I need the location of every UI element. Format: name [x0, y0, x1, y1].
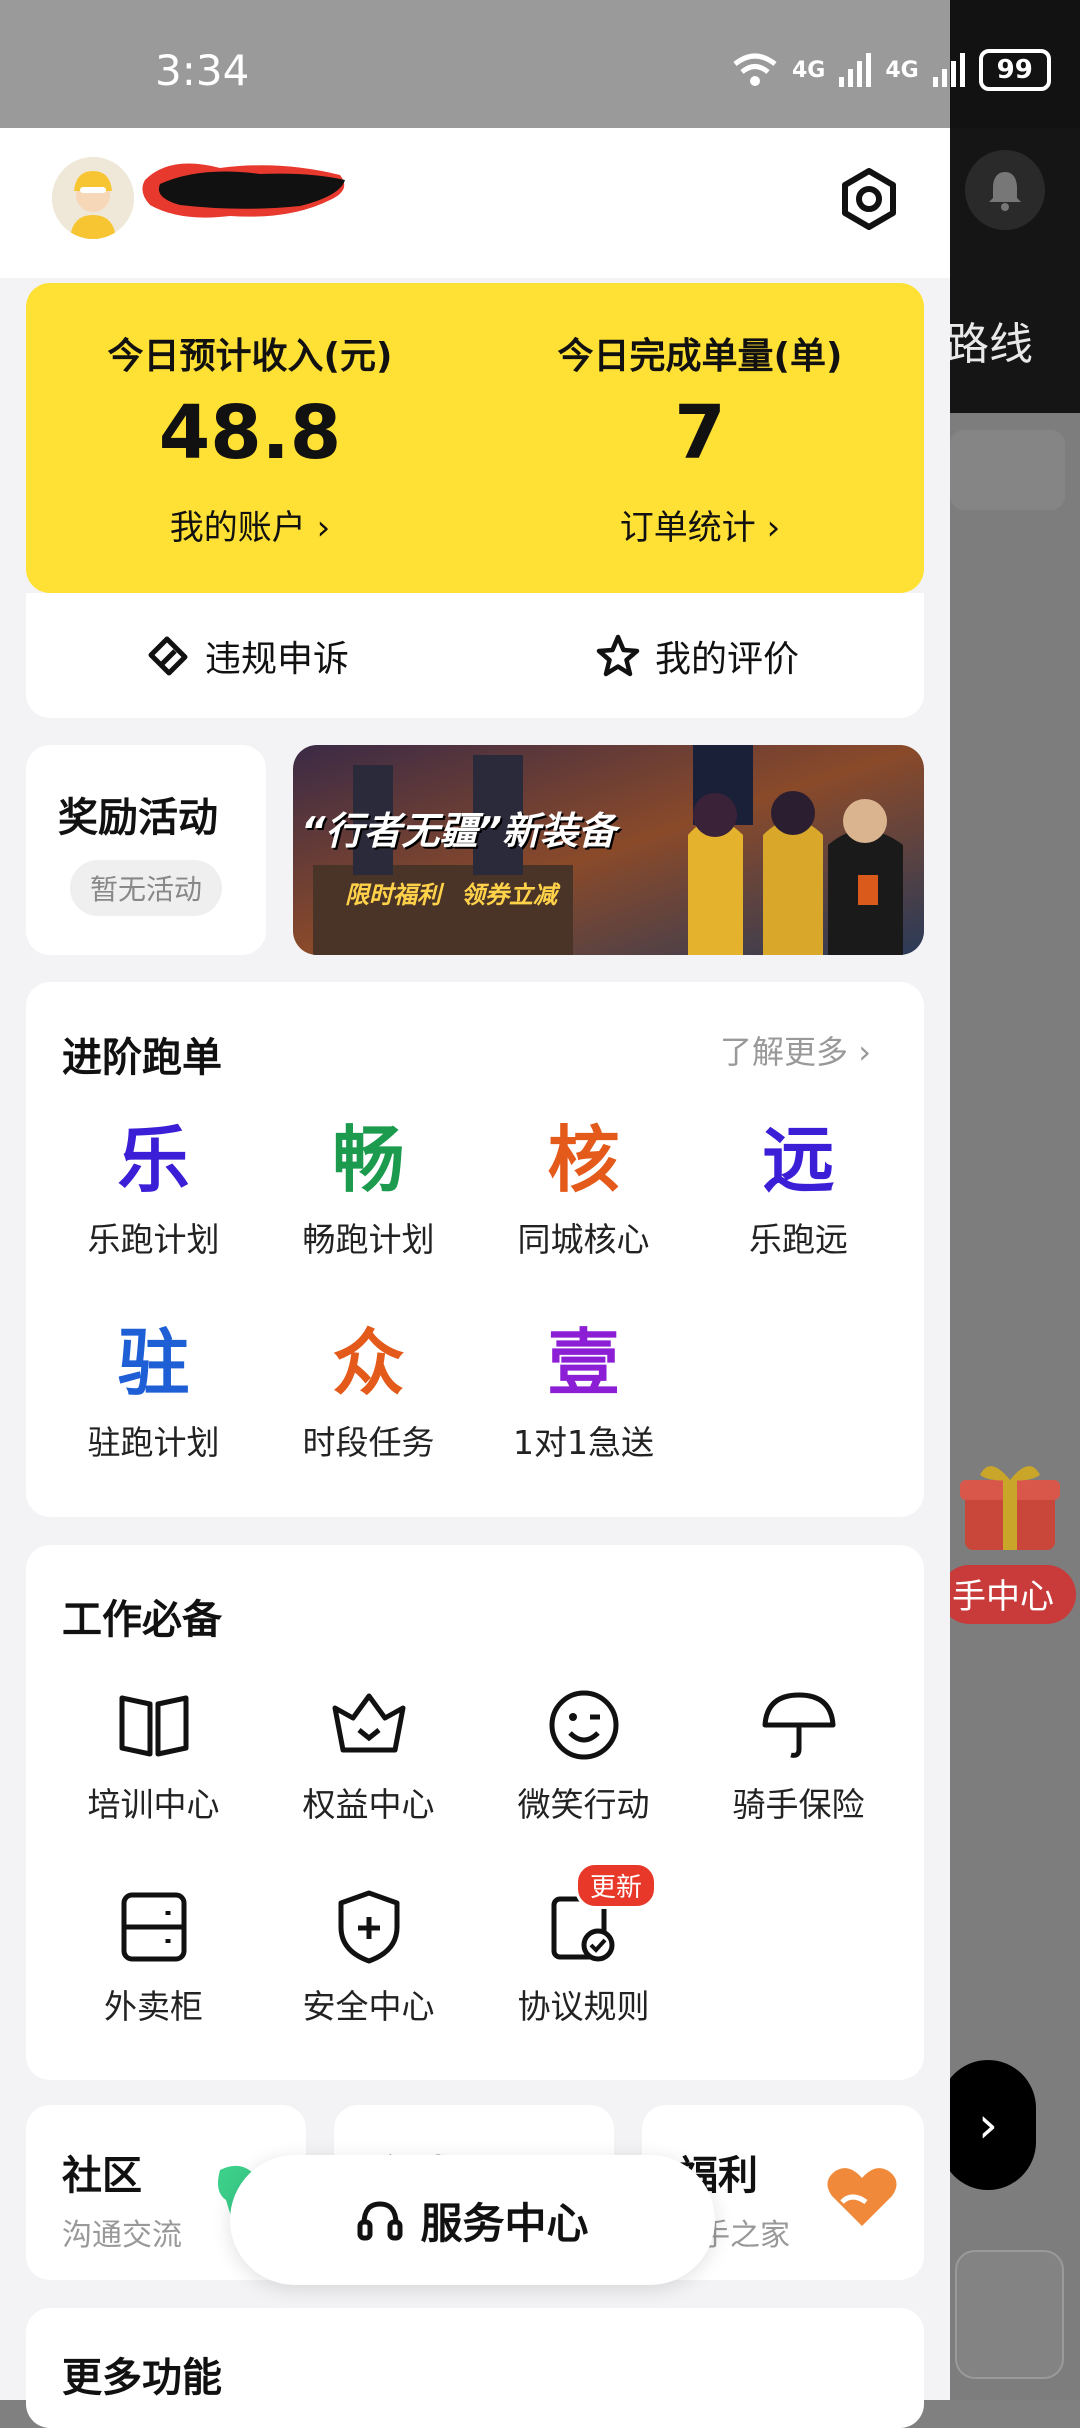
plan-time-slot[interactable]: 众时段任务: [261, 1318, 476, 1464]
banner-headline: “行者无疆”新装备: [301, 809, 616, 853]
essential-label: 培训中心: [87, 1785, 220, 1824]
lepao-far-icon: 远: [762, 1118, 835, 1202]
more-features-title: 更多功能: [62, 2355, 222, 2401]
redacted-username: [140, 150, 355, 230]
crown-icon: [332, 1693, 405, 1753]
avatar[interactable]: [52, 157, 134, 239]
my-rating-button[interactable]: 我的评价: [595, 630, 799, 682]
orders-label: 今日完成单量(单): [557, 336, 843, 377]
advanced-orders-title: 进阶跑单: [62, 1035, 222, 1081]
plan-label: 驻跑计划: [87, 1423, 220, 1462]
plan-lepao-far[interactable]: 远乐跑远: [691, 1115, 906, 1261]
orders-value: 7: [674, 390, 726, 476]
safety-center[interactable]: 安全中心: [261, 1882, 476, 2028]
plan-changpao[interactable]: 畅畅跑计划: [261, 1115, 476, 1261]
wifi-icon: [733, 53, 777, 86]
zhupao-icon: 驻: [117, 1321, 190, 1405]
changpao-icon: 畅: [332, 1118, 405, 1202]
network-type-2: 4G: [885, 57, 919, 83]
essential-label: 外卖柜: [104, 1987, 203, 2026]
one-to-one-icon: 壹: [547, 1321, 620, 1405]
smile-icon: [549, 1690, 618, 1760]
my-account-link[interactable]: 我的账户 ›: [40, 500, 460, 549]
service-center-label: 服务中心: [420, 2198, 589, 2248]
plan-label: 同城核心: [517, 1220, 650, 1259]
income-value: 48.8: [158, 390, 342, 476]
promo-banner[interactable]: “行者无疆”新装备 限时福利 领券立减: [293, 745, 924, 955]
locker-icon: [121, 1892, 186, 1962]
notification-bell-icon: [965, 150, 1045, 230]
income-label: 今日预计收入(元): [107, 336, 393, 377]
training-center[interactable]: 培训中心: [46, 1680, 261, 1826]
learn-more-link[interactable]: 了解更多 ›: [720, 1027, 871, 1073]
book-icon: [119, 1695, 188, 1757]
banner-sub-1: 限时福利: [345, 881, 441, 909]
essential-label: 权益中心: [302, 1785, 435, 1824]
rewards-empty-badge: 暂无活动: [70, 860, 223, 916]
service-center-button[interactable]: 服务中心: [230, 2155, 715, 2285]
signal-icon: [839, 53, 872, 87]
appeal-button[interactable]: 违规申诉: [145, 630, 349, 682]
plan-lepao[interactable]: 乐乐跑计划: [46, 1115, 261, 1261]
update-badge: 更新: [575, 1862, 658, 1909]
city-core-icon: 核: [547, 1118, 620, 1202]
my-rating-label: 我的评价: [655, 639, 800, 680]
appeal-label: 违规申诉: [205, 639, 350, 680]
order-stats-link[interactable]: 订单统计 ›: [490, 500, 910, 549]
rewards-title: 奖励活动: [58, 795, 218, 841]
settings-hexagon-icon[interactable]: [835, 165, 903, 233]
community-sub: 沟通交流: [62, 2218, 182, 2253]
signal-icon: [932, 53, 965, 87]
plan-city-core[interactable]: 核同城核心: [476, 1115, 691, 1261]
lepao-icon: 乐: [117, 1118, 190, 1202]
delivery-locker[interactable]: 外卖柜: [46, 1882, 261, 2028]
my-account-label: 我的账户: [169, 508, 306, 548]
order-stats-label: 订单统计: [619, 508, 756, 548]
star-icon: [596, 634, 640, 677]
battery-indicator: 99: [978, 49, 1051, 91]
plan-label: 乐跑计划: [87, 1220, 220, 1259]
status-time: 3:34: [155, 46, 250, 95]
background-input: [955, 2250, 1064, 2379]
banner-sub-2: 领券立减: [461, 881, 557, 909]
rider-insurance[interactable]: 骑手保险: [691, 1680, 906, 1826]
plan-label: 时段任务: [302, 1423, 435, 1462]
appeal-icon: [148, 636, 188, 676]
status-icons: 4G 4G 99: [732, 48, 1051, 92]
plan-label: 畅跑计划: [302, 1220, 435, 1259]
background-gift-label: 手中心: [940, 1565, 1076, 1624]
next-arrow-button: ›: [940, 2060, 1036, 2190]
network-type-1: 4G: [792, 57, 826, 83]
essential-label: 骑手保险: [732, 1785, 865, 1824]
essential-label: 微笑行动: [517, 1785, 650, 1824]
background-route-label: 路线: [945, 319, 1033, 370]
learn-more-label: 了解更多: [720, 1033, 849, 1071]
essential-label: 协议规则: [517, 1987, 650, 2026]
gift-icon: [955, 1450, 1065, 1560]
plan-one-to-one[interactable]: 壹 1对1急送: [476, 1318, 691, 1464]
headset-icon: [357, 2201, 403, 2241]
heart-icon: [822, 2162, 902, 2236]
plan-label: 1对1急送: [513, 1423, 654, 1462]
community-title: 社区: [62, 2153, 142, 2199]
plan-label: 乐跑远: [749, 1220, 848, 1259]
work-essentials-title: 工作必备: [62, 1597, 222, 1643]
background-card: [950, 430, 1065, 510]
essential-label: 安全中心: [302, 1987, 435, 2026]
benefits-center[interactable]: 权益中心: [261, 1680, 476, 1826]
time-slot-icon: 众: [332, 1321, 405, 1405]
umbrella-icon: [762, 1692, 835, 1758]
shield-icon: [338, 1890, 399, 1964]
rewards-card[interactable]: [26, 745, 266, 955]
plan-zhupao[interactable]: 驻驻跑计划: [46, 1318, 261, 1464]
smile-action[interactable]: 微笑行动: [476, 1680, 691, 1826]
